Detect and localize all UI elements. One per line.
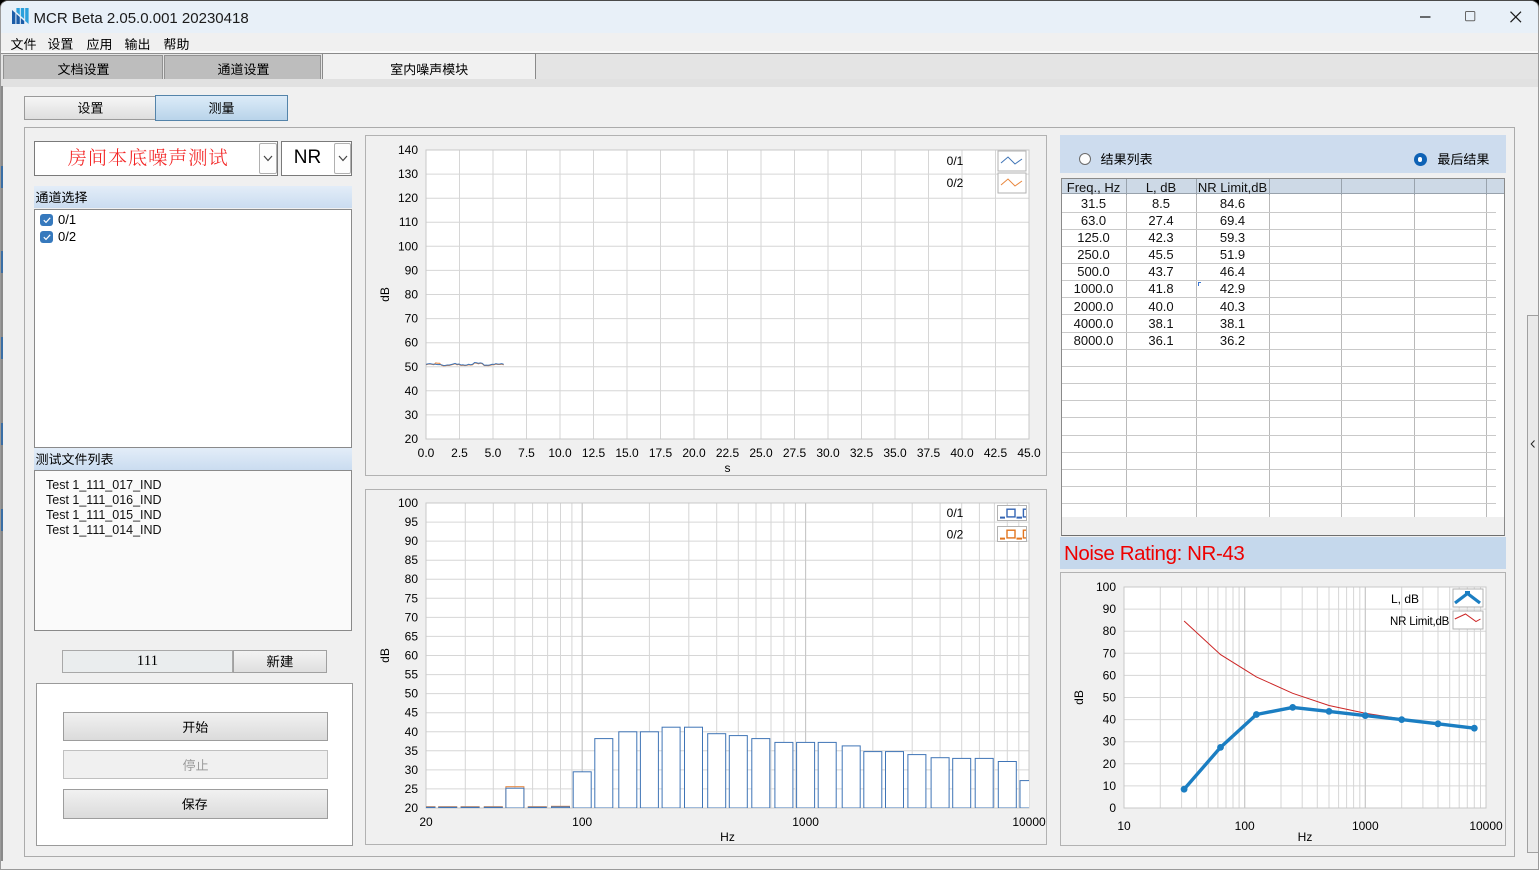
svg-text:85: 85: [405, 553, 419, 567]
svg-text:dB: dB: [378, 648, 392, 663]
svg-text:120: 120: [398, 191, 418, 205]
svg-text:42.5: 42.5: [984, 446, 1008, 460]
svg-text:65: 65: [405, 629, 419, 643]
svg-text:10.0: 10.0: [548, 446, 572, 460]
svg-text:20: 20: [419, 815, 433, 829]
svg-text:110: 110: [399, 215, 418, 229]
svg-text:0/1: 0/1: [947, 506, 964, 520]
svg-text:45.0: 45.0: [1017, 446, 1041, 460]
svg-text:140: 140: [398, 143, 418, 157]
svg-text:0/1: 0/1: [947, 154, 964, 168]
svg-text:dB: dB: [1072, 690, 1086, 705]
svg-text:20.0: 20.0: [682, 446, 706, 460]
svg-text:40.0: 40.0: [950, 446, 974, 460]
svg-text:50: 50: [405, 360, 419, 374]
svg-text:NR Limit,dB: NR Limit,dB: [1390, 616, 1450, 628]
svg-text:30: 30: [1103, 735, 1117, 749]
svg-text:50: 50: [1103, 691, 1117, 705]
svg-text:35.0: 35.0: [883, 446, 907, 460]
svg-text:dB: dB: [378, 287, 392, 302]
svg-text:L, dB: L, dB: [1391, 592, 1419, 606]
svg-text:20: 20: [405, 432, 419, 446]
svg-text:80: 80: [405, 572, 419, 586]
svg-text:0/2: 0/2: [947, 176, 964, 190]
svg-text:90: 90: [405, 534, 419, 548]
svg-text:32.5: 32.5: [850, 446, 874, 460]
svg-text:0.0: 0.0: [418, 446, 435, 460]
svg-text:7.5: 7.5: [518, 446, 535, 460]
svg-text:10000: 10000: [1469, 819, 1503, 833]
svg-text:100: 100: [398, 496, 418, 510]
svg-text:5.0: 5.0: [485, 446, 502, 460]
svg-text:30: 30: [405, 763, 419, 777]
svg-text:27.5: 27.5: [783, 446, 807, 460]
svg-text:s: s: [725, 461, 731, 475]
svg-text:1000: 1000: [1352, 819, 1379, 833]
svg-text:17.5: 17.5: [649, 446, 673, 460]
svg-text:100: 100: [1096, 580, 1116, 594]
svg-text:60: 60: [405, 649, 419, 663]
svg-text:100: 100: [398, 239, 418, 253]
svg-text:10: 10: [1117, 819, 1131, 833]
svg-text:30: 30: [405, 408, 419, 422]
svg-text:100: 100: [1235, 819, 1255, 833]
svg-text:40: 40: [405, 725, 419, 739]
svg-text:Hz: Hz: [1298, 830, 1313, 844]
svg-text:0: 0: [1109, 801, 1116, 815]
svg-text:40: 40: [405, 384, 419, 398]
svg-text:55: 55: [405, 668, 419, 682]
svg-text:15.0: 15.0: [615, 446, 639, 460]
svg-text:10000: 10000: [1012, 815, 1046, 829]
svg-text:2.5: 2.5: [451, 446, 468, 460]
svg-text:50: 50: [405, 687, 419, 701]
svg-text:70: 70: [405, 312, 419, 326]
svg-text:100: 100: [572, 815, 592, 829]
svg-text:22.5: 22.5: [716, 446, 740, 460]
svg-text:95: 95: [405, 515, 419, 529]
svg-text:80: 80: [405, 288, 419, 302]
svg-text:0/2: 0/2: [947, 528, 964, 542]
svg-text:25.0: 25.0: [749, 446, 773, 460]
svg-text:Hz: Hz: [720, 830, 735, 844]
svg-text:25: 25: [405, 782, 419, 796]
svg-text:40: 40: [1103, 713, 1117, 727]
svg-text:10: 10: [1103, 779, 1117, 793]
svg-text:20: 20: [1103, 757, 1117, 771]
svg-text:90: 90: [405, 263, 419, 277]
svg-text:60: 60: [405, 336, 419, 350]
svg-text:1000: 1000: [792, 815, 819, 829]
svg-text:130: 130: [398, 167, 418, 181]
svg-text:45: 45: [405, 706, 419, 720]
svg-text:80: 80: [1103, 624, 1117, 638]
svg-text:75: 75: [405, 591, 419, 605]
svg-text:70: 70: [405, 610, 419, 624]
svg-text:37.5: 37.5: [917, 446, 941, 460]
svg-text:90: 90: [1103, 602, 1117, 616]
svg-text:35: 35: [405, 744, 419, 758]
svg-text:30.0: 30.0: [816, 446, 840, 460]
svg-text:60: 60: [1103, 668, 1117, 682]
svg-text:12.5: 12.5: [582, 446, 606, 460]
svg-text:70: 70: [1103, 646, 1117, 660]
svg-text:20: 20: [405, 801, 419, 815]
